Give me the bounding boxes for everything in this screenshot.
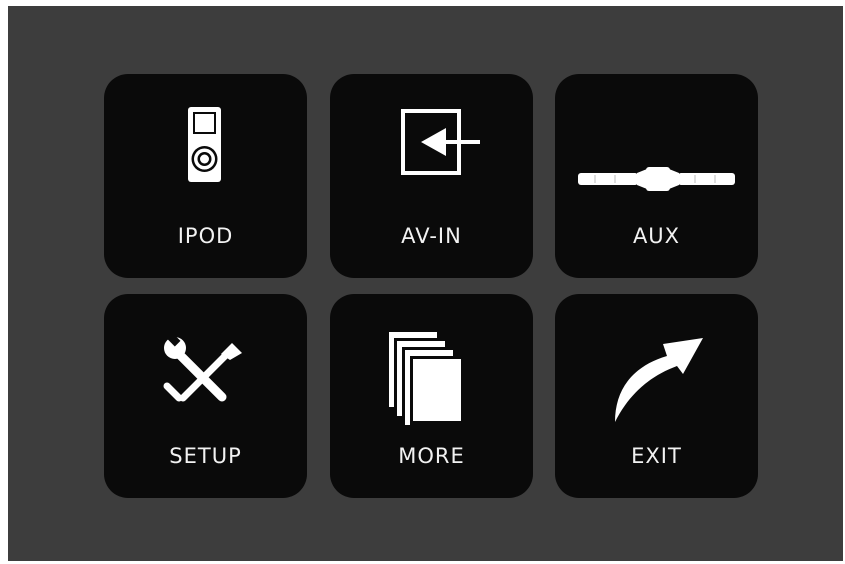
pages-icon (330, 294, 533, 434)
av-input-icon (330, 74, 533, 214)
setup-label: SETUP (169, 444, 242, 468)
aux-cable-icon (555, 74, 758, 214)
menu-screen: IPOD AV-IN AUX SETUP MORE EXIT (8, 6, 843, 561)
ipod-label: IPOD (177, 224, 234, 248)
exit-label: EXIT (631, 444, 682, 468)
aux-button[interactable]: AUX (555, 74, 758, 278)
av-in-label: AV-IN (401, 224, 462, 248)
more-button[interactable]: MORE (330, 294, 533, 498)
ipod-icon (104, 74, 307, 214)
exit-arrow-icon (555, 294, 758, 434)
exit-button[interactable]: EXIT (555, 294, 758, 498)
aux-label: AUX (632, 224, 681, 248)
setup-button[interactable]: SETUP (104, 294, 307, 498)
tools-icon (104, 294, 307, 434)
more-label: MORE (398, 444, 465, 468)
av-in-button[interactable]: AV-IN (330, 74, 533, 278)
ipod-button[interactable]: IPOD (104, 74, 307, 278)
